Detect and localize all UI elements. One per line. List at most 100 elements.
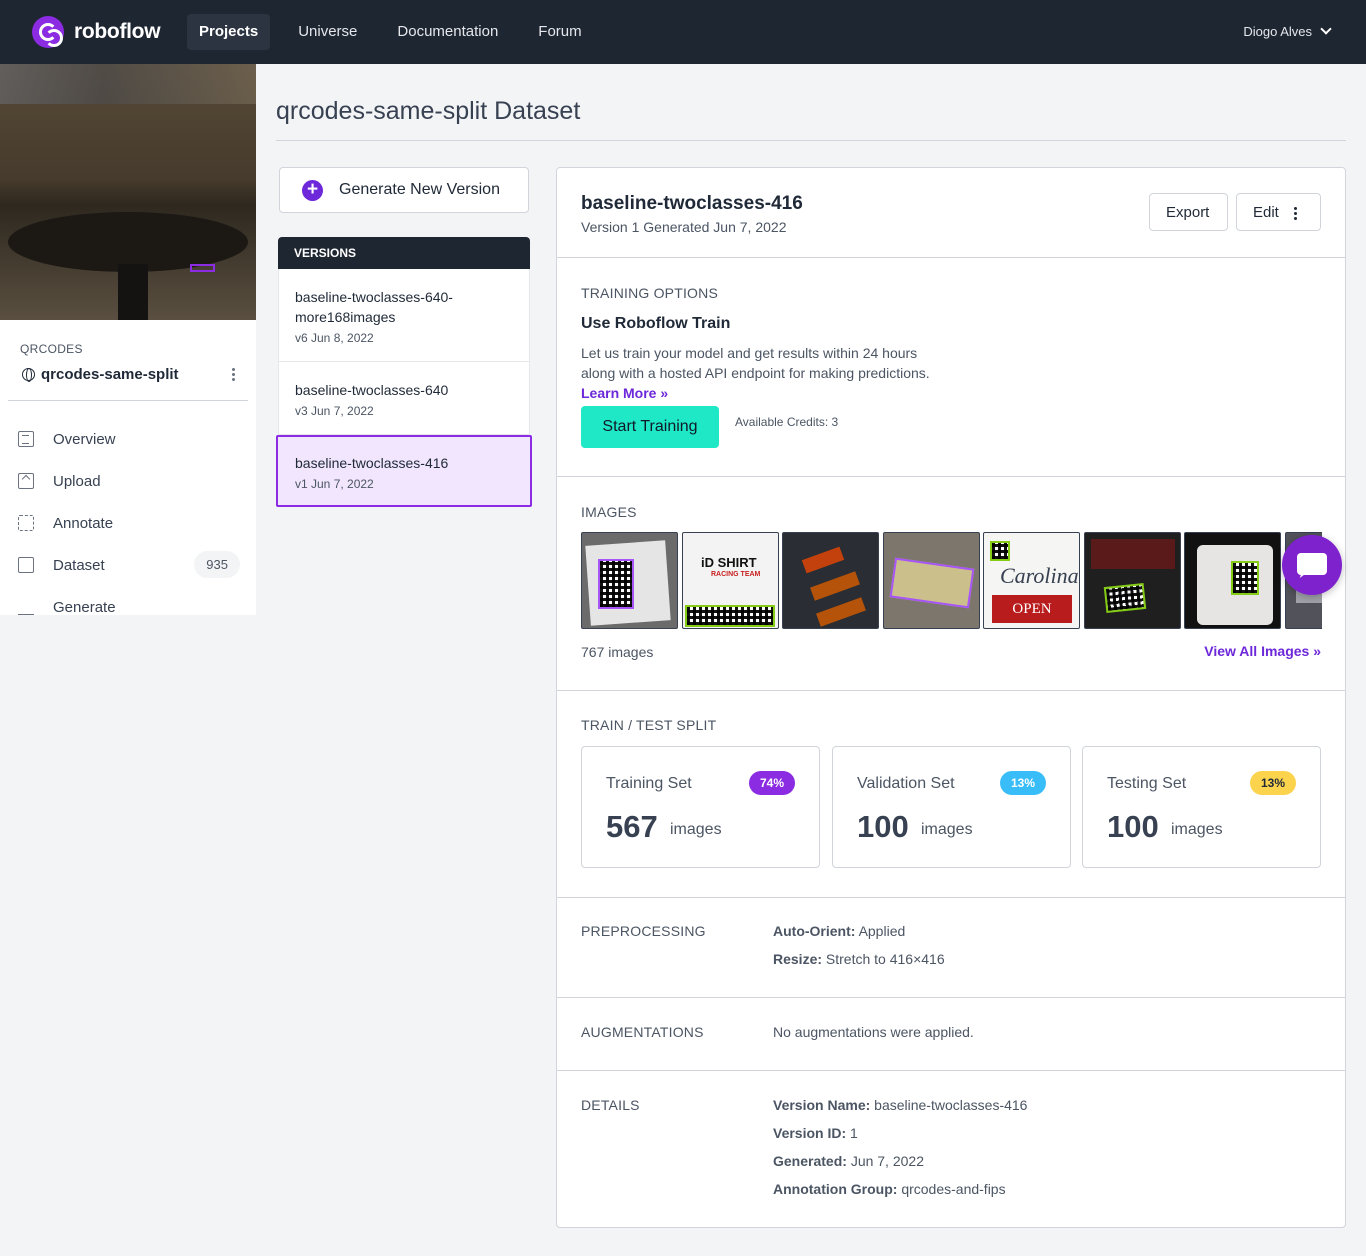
upload-icon xyxy=(18,473,34,489)
view-all-images-link[interactable]: View All Images » xyxy=(1204,643,1321,659)
more-vertical-icon xyxy=(1294,207,1297,222)
book-icon xyxy=(18,431,34,447)
training-options-label: TRAINING OPTIONS xyxy=(581,285,718,301)
brand-name: roboflow xyxy=(74,20,161,43)
versions-list: VERSIONS baseline-twoclasses-640-more168… xyxy=(276,237,532,507)
details-key: Version ID: xyxy=(773,1125,847,1141)
sidebar-item-label: Upload xyxy=(53,472,101,490)
image-thumbnail[interactable] xyxy=(1084,532,1181,629)
project-thumbnail xyxy=(0,64,256,320)
preprocessing-value: Stretch to 416×416 xyxy=(825,951,945,967)
version-meta: v1 Jun 7, 2022 xyxy=(295,477,374,491)
version-meta: v3 Jun 7, 2022 xyxy=(295,404,374,418)
details-value: Jun 7, 2022 xyxy=(850,1153,924,1169)
project-name-text: qrcodes-same-split xyxy=(41,366,179,383)
thumbnail-annotation-box xyxy=(190,264,215,272)
section-divider xyxy=(557,897,1345,898)
section-divider xyxy=(557,997,1345,998)
details-item: Annotation Group: qrcodes-and-fips xyxy=(773,1181,1006,1197)
start-training-button[interactable]: Start Training xyxy=(581,406,719,448)
annotate-icon xyxy=(18,515,34,531)
nav-projects[interactable]: Projects xyxy=(187,14,271,50)
image-thumbnail[interactable] xyxy=(782,532,879,629)
split-unit: images xyxy=(921,821,973,838)
main-nav: Projects Universe Documentation Forum xyxy=(187,14,610,50)
versions-header: VERSIONS xyxy=(278,237,530,269)
sidebar-item-overview[interactable]: Overview xyxy=(18,428,240,450)
sidebar-item-annotate[interactable]: Annotate xyxy=(18,512,240,534)
details-item: Version Name: baseline-twoclasses-416 xyxy=(773,1097,1027,1113)
details-item: Generated: Jun 7, 2022 xyxy=(773,1153,924,1169)
preprocessing-value: Applied xyxy=(858,923,906,939)
images-label: IMAGES xyxy=(581,504,637,520)
split-count: 100 xyxy=(857,809,909,844)
preprocessing-item: Auto-Orient: Applied xyxy=(773,923,905,939)
preprocessing-label: PREPROCESSING xyxy=(581,923,706,939)
version-name: baseline-twoclasses-416 xyxy=(295,455,449,471)
thumbnail-table xyxy=(8,212,248,272)
details-value: qrcodes-and-fips xyxy=(901,1181,1006,1197)
version-item[interactable]: baseline-twoclasses-640-more168images v6… xyxy=(278,269,530,362)
details-item: Version ID: 1 xyxy=(773,1125,858,1141)
sidebar-nav: Overview Upload Annotate Dataset 935 Gen… xyxy=(18,428,240,638)
nav-documentation[interactable]: Documentation xyxy=(385,14,510,50)
image-thumbnail[interactable] xyxy=(1184,532,1281,629)
learn-more-link[interactable]: Learn More » xyxy=(581,385,668,401)
project-name[interactable]: qrcodes-same-split xyxy=(22,366,179,383)
section-divider xyxy=(557,690,1345,691)
project-menu-icon[interactable] xyxy=(232,368,236,383)
project-type: QRCODES xyxy=(20,342,83,356)
export-button[interactable]: Export xyxy=(1149,193,1228,231)
section-divider xyxy=(557,257,1345,258)
version-subtitle: Version 1 Generated Jun 7, 2022 xyxy=(581,219,787,235)
preprocessing-key: Resize: xyxy=(773,951,823,967)
training-set-card: Training Set 74% 567 images xyxy=(581,746,820,868)
training-description-text: Let us train your model and get results … xyxy=(581,345,930,381)
roboflow-logo-icon xyxy=(32,16,64,48)
sidebar-divider xyxy=(8,400,248,401)
title-divider xyxy=(276,140,1346,141)
split-unit: images xyxy=(670,821,722,838)
split-percent-badge: 13% xyxy=(1249,771,1296,795)
section-divider xyxy=(557,476,1345,477)
thumbnail-wall xyxy=(0,64,256,104)
sidebar-item-label: Dataset xyxy=(53,556,105,574)
brand-logo[interactable]: roboflow xyxy=(32,16,161,48)
sidebar-item-label: Overview xyxy=(53,430,116,448)
sidebar-item-upload[interactable]: Upload xyxy=(18,470,240,492)
training-description: Let us train your model and get results … xyxy=(581,343,931,403)
augmentations-label: AUGMENTATIONS xyxy=(581,1024,704,1040)
testing-set-card: Testing Set 13% 100 images xyxy=(1082,746,1321,868)
generate-new-version-button[interactable]: + Generate New Version xyxy=(279,167,529,213)
available-credits: Available Credits: 3 xyxy=(735,415,839,429)
chat-bubble-icon xyxy=(1297,553,1327,575)
version-item[interactable]: baseline-twoclasses-640 v3 Jun 7, 2022 xyxy=(278,362,530,435)
details-key: Generated: xyxy=(773,1153,847,1169)
edit-button-label: Edit xyxy=(1253,204,1279,221)
chat-support-button[interactable] xyxy=(1282,535,1342,595)
edit-button[interactable]: Edit xyxy=(1236,193,1321,231)
version-item-selected[interactable]: baseline-twoclasses-416 v1 Jun 7, 2022 xyxy=(276,435,532,507)
chevron-down-icon xyxy=(1320,23,1332,35)
details-value: 1 xyxy=(850,1125,858,1141)
details-key: Annotation Group: xyxy=(773,1181,898,1197)
plus-circle-icon: + xyxy=(302,179,323,201)
thumbnail-table-stem xyxy=(118,264,148,320)
image-thumbnail[interactable]: iD SHIRT RACING TEAM xyxy=(682,532,779,629)
image-thumbnail[interactable] xyxy=(581,532,678,629)
preprocessing-item: Resize: Stretch to 416×416 xyxy=(773,951,945,967)
image-thumbnail[interactable] xyxy=(883,532,980,629)
top-navbar: roboflow Projects Universe Documentation… xyxy=(0,0,1366,64)
sidebar-item-generate[interactable]: Generate xyxy=(18,596,240,618)
nav-universe[interactable]: Universe xyxy=(286,14,369,50)
dataset-count-badge: 935 xyxy=(194,551,240,578)
sidebar-item-dataset[interactable]: Dataset 935 xyxy=(18,551,240,578)
image-count: 767 images xyxy=(581,644,654,660)
version-detail-card: baseline-twoclasses-416 Version 1 Genera… xyxy=(556,167,1346,1228)
user-menu[interactable]: Diogo Alves xyxy=(1243,23,1332,39)
sidebar-item-label: Generate xyxy=(53,598,116,616)
image-thumbnail[interactable]: Carolina OPEN HOUSE xyxy=(983,532,1080,629)
details-key: Version Name: xyxy=(773,1097,871,1113)
nav-forum[interactable]: Forum xyxy=(526,14,593,50)
split-name: Training Set xyxy=(606,775,692,792)
